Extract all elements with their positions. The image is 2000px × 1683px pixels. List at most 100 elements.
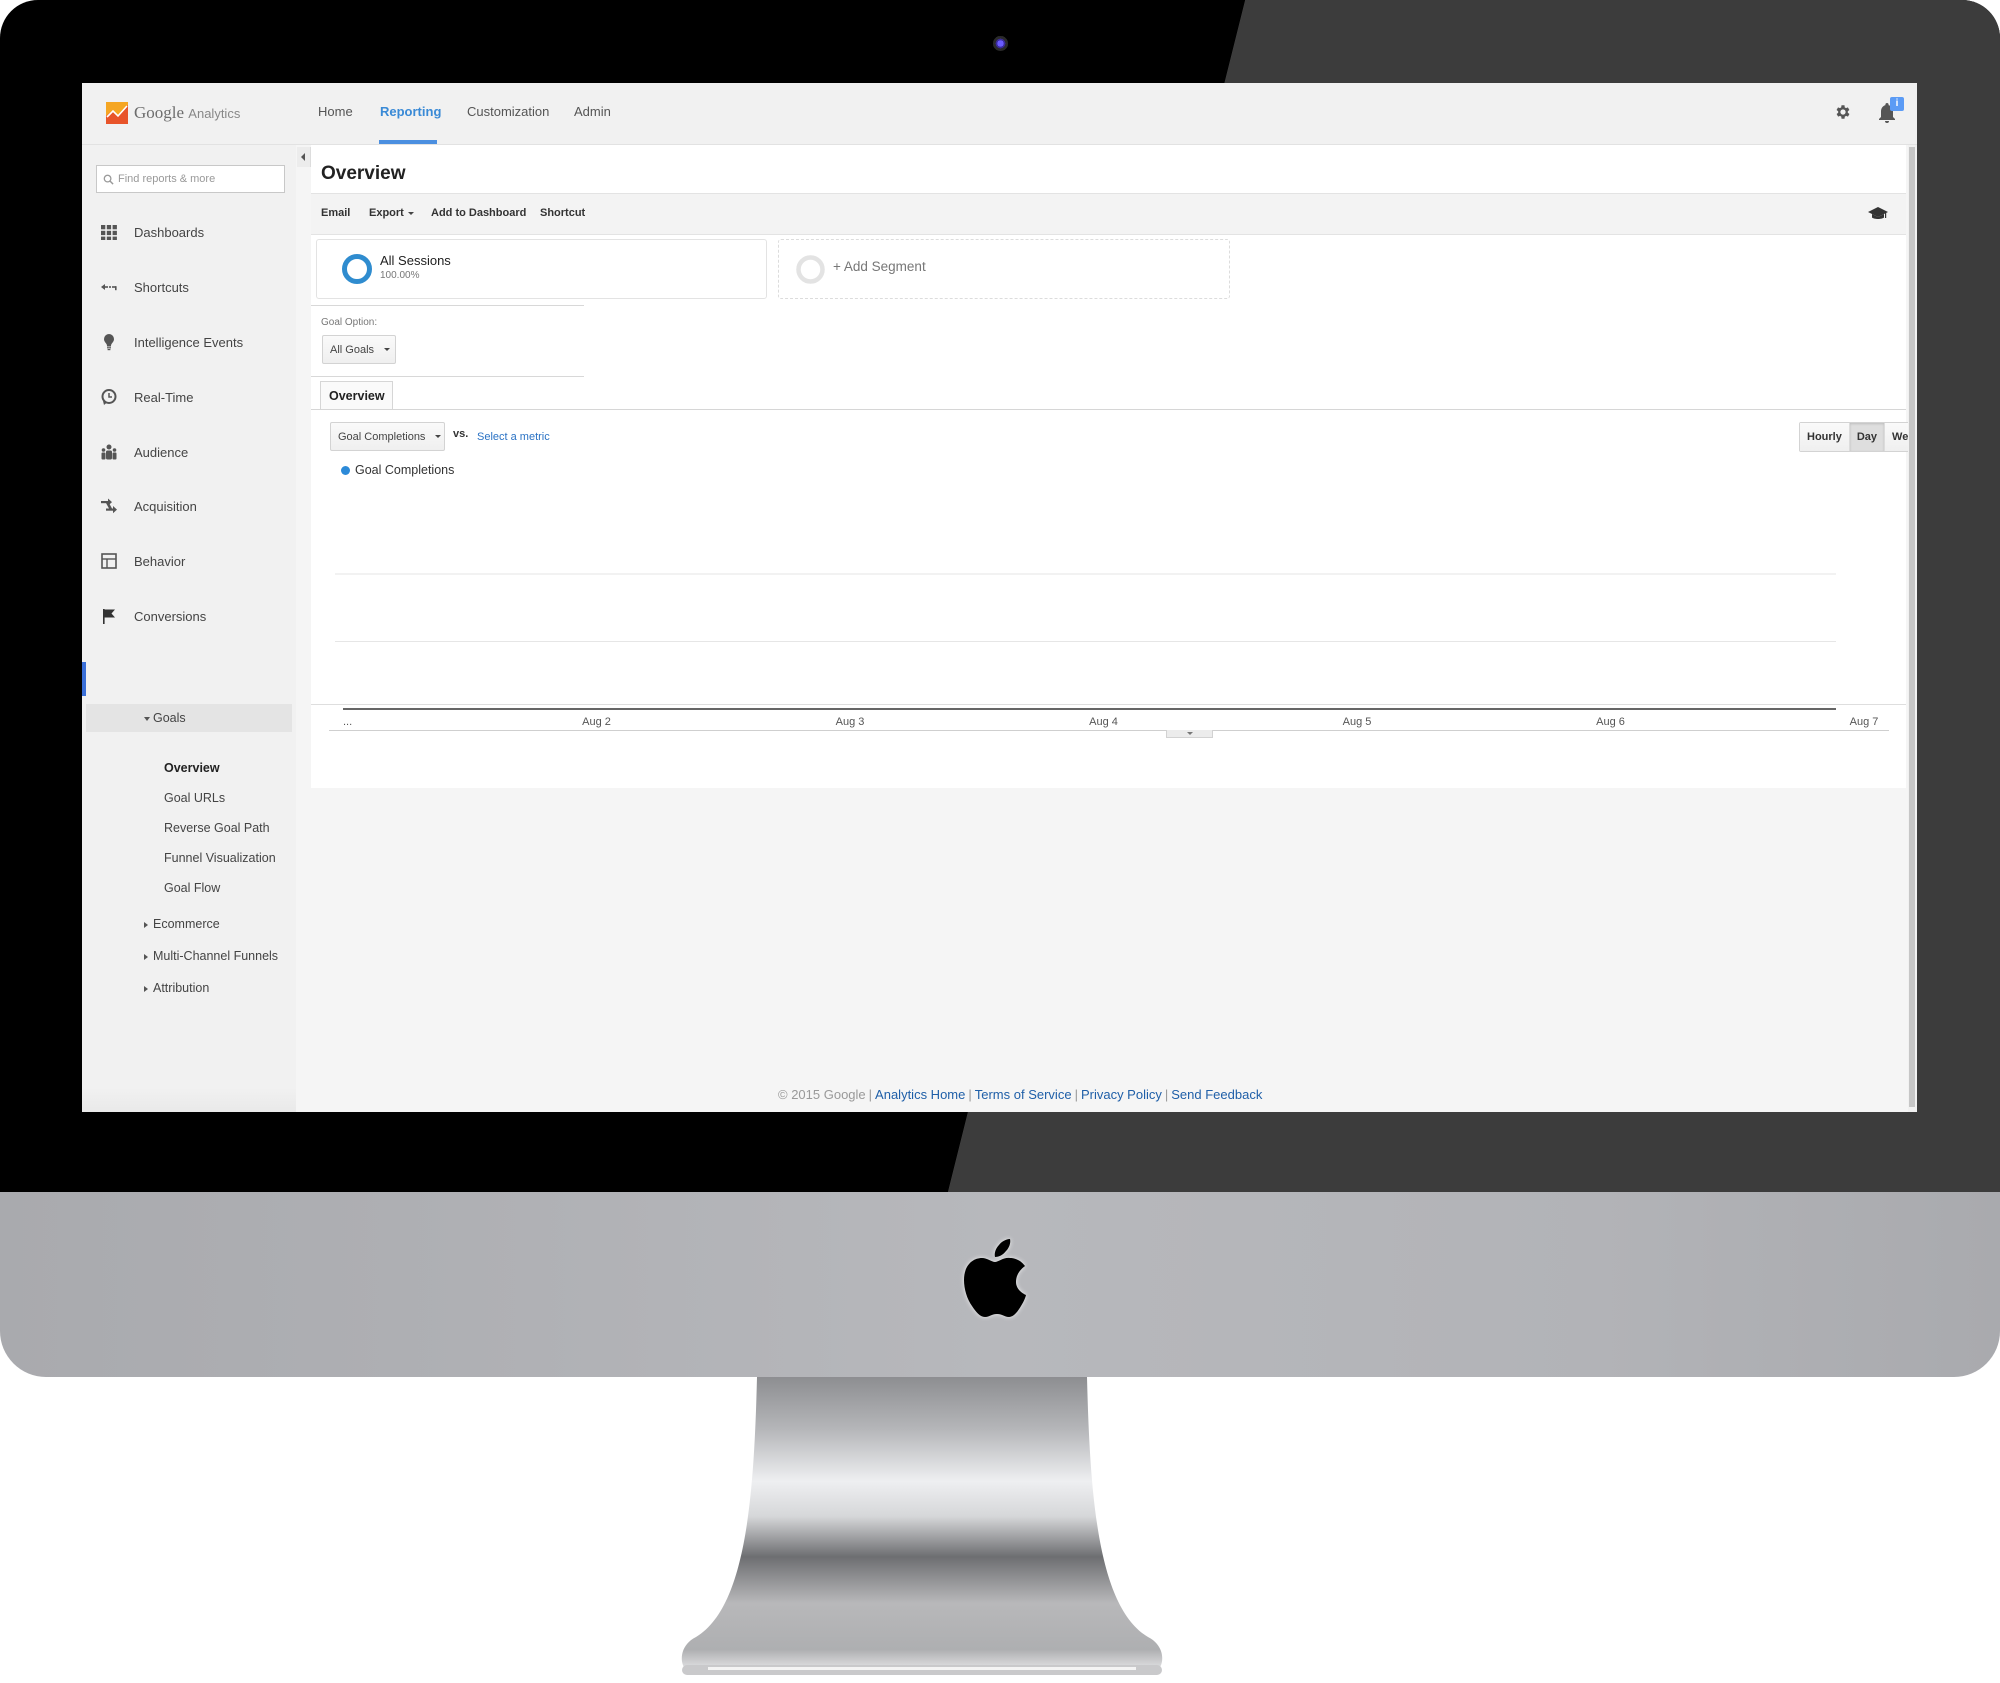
chevron-right-icon [144,953,148,960]
arrows-icon [101,498,117,514]
sidebar-subitem-overview[interactable]: Overview [164,761,220,775]
nav-admin[interactable]: Admin [574,104,611,119]
nav-reporting[interactable]: Reporting [380,104,441,119]
x-tick-label: Aug 7 [1850,716,1879,728]
sidebar-item-label: Shortcuts [134,279,189,295]
sidebar-collapse-toggle[interactable] [297,147,311,167]
caret-down-icon [435,435,442,438]
camera-icon [993,36,1008,51]
vs-label: vs. [453,428,469,440]
divider [311,305,584,306]
x-tick-label: Aug 4 [1089,716,1118,728]
goals-label: Goals [153,711,186,725]
notification-badge[interactable]: i [1890,97,1904,111]
nav-active-indicator [379,140,437,144]
email-button[interactable]: Email [321,207,350,219]
period-day-button[interactable]: Day [1849,423,1886,451]
shortcut-button[interactable]: Shortcut [540,207,585,219]
sidebar-item-shortcuts[interactable]: Shortcuts [82,272,296,302]
sidebar-item-attribution[interactable]: Attribution [144,981,209,995]
sidebar-item-behavior[interactable]: Behavior [82,546,296,576]
sidebar-bottom-shade [82,1088,296,1112]
logo-product: Analytics [188,106,241,121]
segment-donut-icon [342,254,372,284]
screen: Google Analytics Home Reporting Customiz… [82,83,1917,1112]
monitor-stand [681,1377,1163,1675]
sidebar: Dashboards Shortcuts Intelligence Events… [82,145,296,1112]
sidebar-subitem-reverse-goal-path[interactable]: Reverse Goal Path [164,821,270,835]
sidebar-item-label: Behavior [134,553,186,569]
nav-customization[interactable]: Customization [467,104,549,119]
segment-name: All Sessions [380,253,451,268]
sidebar-item-label: Real-Time [134,389,194,405]
footer-link-privacy[interactable]: Privacy Policy [1081,1087,1162,1102]
x-tick-label: ... [343,716,352,728]
sidebar-item-multi-channel-funnels[interactable]: Multi-Channel Funnels [144,949,278,963]
search-input[interactable] [118,173,268,185]
page-title: Overview [321,163,406,184]
empty-segment-ring-icon [796,255,825,284]
period-hourly-button[interactable]: Hourly [1800,423,1850,451]
sidebar-item-real-time[interactable]: Real-Time [82,382,296,412]
sidebar-item-conversions[interactable]: Conversions [82,601,296,631]
gear-icon[interactable] [1834,103,1852,121]
flag-icon [103,609,115,624]
caret-down-icon [1187,732,1193,735]
chart-divider [329,730,1889,731]
scrollbar-thumb[interactable] [1909,147,1915,1107]
sidebar-item-intelligence-events[interactable]: Intelligence Events [82,327,296,357]
sidebar-item-label: Acquisition [134,498,197,514]
chart-expand-handle[interactable] [1166,730,1213,738]
people-icon [101,444,117,460]
sidebar-item-label: Audience [134,444,189,460]
sidebar-item-goals[interactable]: Goals [86,704,292,732]
grid-icon [101,225,117,240]
report-toolbar: Email Export Add to Dashboard Shortcut [311,193,1906,235]
nav-home[interactable]: Home [318,104,353,119]
x-tick-label: Aug 5 [1343,716,1372,728]
google-analytics-logo[interactable]: Google Analytics [106,100,240,126]
layout-icon [101,553,117,569]
top-nav-bar: Google Analytics Home Reporting Customiz… [82,83,1917,145]
export-button[interactable]: Export [369,207,414,219]
segment-percent: 100.00% [380,270,420,281]
sidebar-item-label: Dashboards [134,224,205,240]
sidebar-item-label: Conversions [134,608,207,624]
clock-bubble-icon [101,389,117,405]
copyright: © 2015 Google [778,1087,866,1102]
sidebar-item-dashboards[interactable]: Dashboards [82,217,296,247]
divider [311,376,584,377]
sidebar-subitem-funnel-visualization[interactable]: Funnel Visualization [164,851,276,865]
shortcut-arrow-icon [101,284,117,291]
caret-down-icon [407,211,414,215]
sidebar-subitem-goal-flow[interactable]: Goal Flow [164,881,220,895]
sidebar-item-audience[interactable]: Audience [82,437,296,467]
sidebar-item-label: Intelligence Events [134,334,244,350]
footer-link-terms[interactable]: Terms of Service [975,1087,1072,1102]
segment-all-sessions[interactable]: All Sessions 100.00% [316,239,767,299]
sidebar-subitem-goal-urls[interactable]: Goal URLs [164,791,225,805]
main-panel-bottom-border [311,704,1906,705]
metric-dropdown[interactable]: Goal Completions [330,422,445,451]
search-icon [103,174,114,185]
graduation-cap-icon[interactable] [1868,204,1888,222]
caret-down-icon [384,348,391,351]
tab-overview[interactable]: Overview [320,381,393,409]
goal-option-dropdown[interactable]: All Goals [322,335,396,364]
x-tick-label: Aug 3 [836,716,865,728]
add-segment-label: + Add Segment [833,259,926,274]
footer-link-feedback[interactable]: Send Feedback [1171,1087,1262,1102]
sidebar-item-acquisition[interactable]: Acquisition [82,491,296,521]
select-metric-link[interactable]: Select a metric [477,431,550,443]
find-reports-search[interactable] [96,165,285,193]
legend-dot [341,466,350,475]
chevron-down-icon [144,716,150,721]
sidebar-item-ecommerce[interactable]: Ecommerce [144,917,220,931]
tab-divider [311,409,1906,410]
footer-link-analytics-home[interactable]: Analytics Home [875,1087,965,1102]
period-selector: Hourly Day Week Month [1799,422,1917,452]
add-to-dashboard-button[interactable]: Add to Dashboard [431,207,526,219]
lightbulb-icon [104,334,114,351]
main-panel: Overview Email Export Add to Dashboard S… [311,145,1917,788]
add-segment-button[interactable]: + Add Segment [778,239,1230,299]
